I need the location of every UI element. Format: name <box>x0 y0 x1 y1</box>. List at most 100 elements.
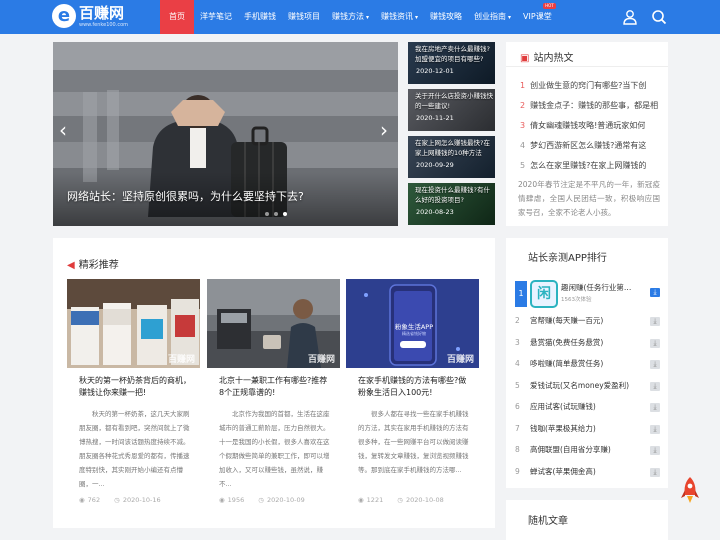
hot-item-title: 创业做生意的窍门有哪些?当下创 <box>530 81 647 90</box>
download-icon[interactable]: ⤓ <box>650 338 660 348</box>
download-icon[interactable]: ⤓ <box>650 467 660 477</box>
slide-caption[interactable]: 网络站长：坚持原创很累吗，为什么要坚持下去? <box>67 188 304 204</box>
hot-item-title: 赚钱金点子：赚钱的那些事，都是相 <box>530 101 659 110</box>
panel-heading: 随机文章 <box>528 512 568 527</box>
nav-item-startup[interactable]: 创业指南 ▾ <box>468 0 517 34</box>
slider-dot-active[interactable] <box>283 212 287 216</box>
slider-dot[interactable] <box>274 212 278 216</box>
side-post[interactable]: 在家上网怎么赚钱最快?在家上网赚钱的10种方法 2020-09-29 <box>408 136 495 178</box>
site-logo[interactable]: e 百赚网 www.fenke100.com <box>52 3 132 31</box>
nav-label: 手机赚钱 <box>244 12 276 21</box>
hot-list-item[interactable]: 2 赚钱金点子：赚钱的那些事，都是相 <box>520 100 660 120</box>
nav-item-news[interactable]: 赚钱资讯 ▾ <box>375 0 424 34</box>
nav-label: 洋芋笔记 <box>200 12 232 21</box>
nav-item-guides[interactable]: 赚钱攻略 <box>424 0 468 34</box>
ranking-item[interactable]: 8 高佣联盟(自用省分享赚) ⤓ <box>515 441 662 463</box>
download-icon[interactable]: ⤓ <box>650 381 660 391</box>
nav-item-notes[interactable]: 洋芋笔记 <box>194 0 238 34</box>
nav-item-projects[interactable]: 赚钱项目 <box>282 0 326 34</box>
app-name: 爱钱试玩(又名money爱盈利) <box>530 380 630 390</box>
chevron-down-icon: ▾ <box>415 14 419 21</box>
panel-heading: 站长亲测APP排行 <box>528 249 607 264</box>
main-nav: 首页 洋芋笔记 手机赚钱 赚钱项目 赚钱方法 ▾ 赚钱资讯 ▾ 赚钱攻略 创业指南 ▾… <box>160 0 558 34</box>
panel-title: 站长亲测APP排行 <box>528 253 607 264</box>
rank-number: 8 <box>515 445 520 454</box>
panel-title: 精彩推荐 <box>78 260 119 271</box>
prev-arrow-icon[interactable]: ‹ <box>59 120 67 140</box>
download-icon[interactable]: ⤓ <box>650 360 660 369</box>
app-name: 宫帮赚(每天赚一百元) <box>530 316 604 325</box>
card-title[interactable]: 秋天的第一杯奶茶背后的商机，赚钱让你来赚一把! <box>79 375 191 401</box>
site-header: e 百赚网 www.fenke100.com 首页 洋芋笔记 手机赚钱 赚钱项目… <box>0 0 720 34</box>
side-post[interactable]: 关于开什么店投资小赚钱快的一些建议! 2020-11-21 <box>408 89 495 131</box>
ranking-item[interactable]: 4 哆啦赚(简单悬赏任务) ⤓ <box>515 355 662 377</box>
app-name: 高佣联盟(自用省分享赚) <box>530 445 611 454</box>
rank-number: 4 <box>515 359 520 368</box>
ranking-item[interactable]: 6 应用试客(试玩赚钱) ⤓ <box>515 398 662 420</box>
ranking-item[interactable]: 7 钱咖(苹果极其给力) ⤓ <box>515 420 662 442</box>
download-icon[interactable]: ⤓ <box>650 446 660 455</box>
hot-list-item[interactable]: 4 梦幻西游新区怎么赚钱?通常有这 <box>520 140 660 160</box>
nav-label: 赚钱方法 <box>332 12 364 21</box>
download-icon[interactable]: ⤓ <box>650 424 660 434</box>
app-name: 蝉试客(苹果佣金高) <box>530 466 596 476</box>
panel-title: 站内热文 <box>533 53 574 64</box>
side-post-date: 2020-08-23 <box>416 208 454 216</box>
post-date: 2020-10-16 <box>122 496 161 504</box>
next-arrow-icon[interactable]: › <box>380 120 388 140</box>
hot-list-item[interactable]: 1 创业做生意的窍门有哪些?当下创 <box>520 80 660 100</box>
image-watermark: 百赚网 <box>446 355 474 365</box>
card-image[interactable]: 百赚网 <box>207 279 340 368</box>
hot-list-item[interactable]: 5 怎么在家里赚钱?在家上网赚钱的 <box>520 160 660 180</box>
rank-number: 5 <box>515 380 520 390</box>
side-post-date: 2020-12-01 <box>416 67 454 75</box>
card-image[interactable]: 粉象生活APP 精选省钱好物 百赚网 <box>346 279 479 368</box>
clock-icon: ◷ <box>114 496 120 504</box>
eye-icon: ◉ <box>358 496 364 504</box>
card-title[interactable]: 北京十一兼职工作有哪些?推荐8个正规靠谱的! <box>219 375 331 401</box>
app-name: 趣闲赚(任务行业第… <box>561 283 632 292</box>
side-post-title: 在家上网怎么赚钱最快?在家上网赚钱的10种方法 <box>415 139 490 157</box>
app-name: 应用试客(试玩赚钱) <box>530 402 596 411</box>
user-icon[interactable] <box>622 9 638 25</box>
ranking-item[interactable]: 5 爱钱试玩(又名money爱盈利) ⤓ <box>515 377 662 399</box>
hot-list: 1 创业做生意的窍门有哪些?当下创 2 赚钱金点子：赚钱的那些事，都是相 3 倩女幽魂… <box>520 80 660 180</box>
back-to-top-rocket-icon[interactable] <box>680 476 700 504</box>
card-meta: ◉ 1221 ◷ 2020-10-08 <box>358 496 444 504</box>
download-icon[interactable]: ⤓ <box>650 288 660 297</box>
eye-icon: ◉ <box>219 496 225 504</box>
nav-item-vip[interactable]: VIP课堂 HOT <box>517 0 558 34</box>
side-post[interactable]: 我在房地产卖什么最赚钱?加盟便宜的项目有哪些? 2020-12-01 <box>408 42 495 84</box>
promo-app-name: 粉象生活APP <box>394 323 434 331</box>
ranking-item[interactable]: 3 悬赏猫(免费任务悬赏) ⤓ <box>515 334 662 356</box>
hot-item-title: 倩女幽魂赚钱攻略!普通玩家如何 <box>530 121 646 130</box>
rank-number: 4 <box>520 141 526 150</box>
nav-item-methods[interactable]: 赚钱方法 ▾ <box>326 0 375 34</box>
nav-item-home[interactable]: 首页 <box>160 0 194 34</box>
slider-dot[interactable] <box>265 212 269 216</box>
app-icon: 闲 <box>530 280 558 308</box>
ranking-item[interactable]: 9 蝉试客(苹果佣金高) ⤓ <box>515 463 662 485</box>
rank-number: 6 <box>515 402 520 411</box>
post-date: 2020-10-09 <box>266 496 305 504</box>
card-meta: ◉ 762 ◷ 2020-10-16 <box>79 496 161 504</box>
ranking-item[interactable]: 2 宫帮赚(每天赚一百元) ⤓ <box>515 312 662 334</box>
hero-slider[interactable]: 网络站长：坚持原创很累吗，为什么要坚持下去? ‹ › <box>53 42 398 226</box>
rank-number: 9 <box>515 466 520 476</box>
side-post[interactable]: 现在投资什么最赚钱?有什么好的投资项目? 2020-08-23 <box>408 183 495 225</box>
ranking-top-item[interactable]: 1 闲 趣闲赚(任务行业第… 1563次体验 ⤓ <box>515 279 662 309</box>
download-icon[interactable]: ⤓ <box>650 317 660 326</box>
card-excerpt: 秋天的第一杯奶茶，这几天大家刷朋友圈，都有看到吧，突然间就上了微博热搜，一时间该… <box>79 410 190 488</box>
hot-list-item[interactable]: 3 倩女幽魂赚钱攻略!普通玩家如何 <box>520 120 660 140</box>
panel-heading: ▣ 站内热文 <box>520 49 573 64</box>
card-title[interactable]: 在家手机赚钱的方法有哪些?做粉象生活日入100元! <box>358 375 470 401</box>
app-experience-count: 1563次体验 <box>561 297 592 303</box>
card-image[interactable]: 百赚网 <box>67 279 200 368</box>
hot-icon: ▣ <box>520 53 530 64</box>
nav-item-mobile-earn[interactable]: 手机赚钱 <box>238 0 282 34</box>
logo-mark: e <box>52 4 76 28</box>
search-icon[interactable] <box>651 9 667 25</box>
side-post-title: 现在投资什么最赚钱?有什么好的投资项目? <box>415 186 490 204</box>
download-icon[interactable]: ⤓ <box>650 403 660 412</box>
ranking-list: 2 宫帮赚(每天赚一百元) ⤓ 3 悬赏猫(免费任务悬赏) ⤓ 4 哆啦赚(简单悬赏任务)… <box>515 312 662 484</box>
